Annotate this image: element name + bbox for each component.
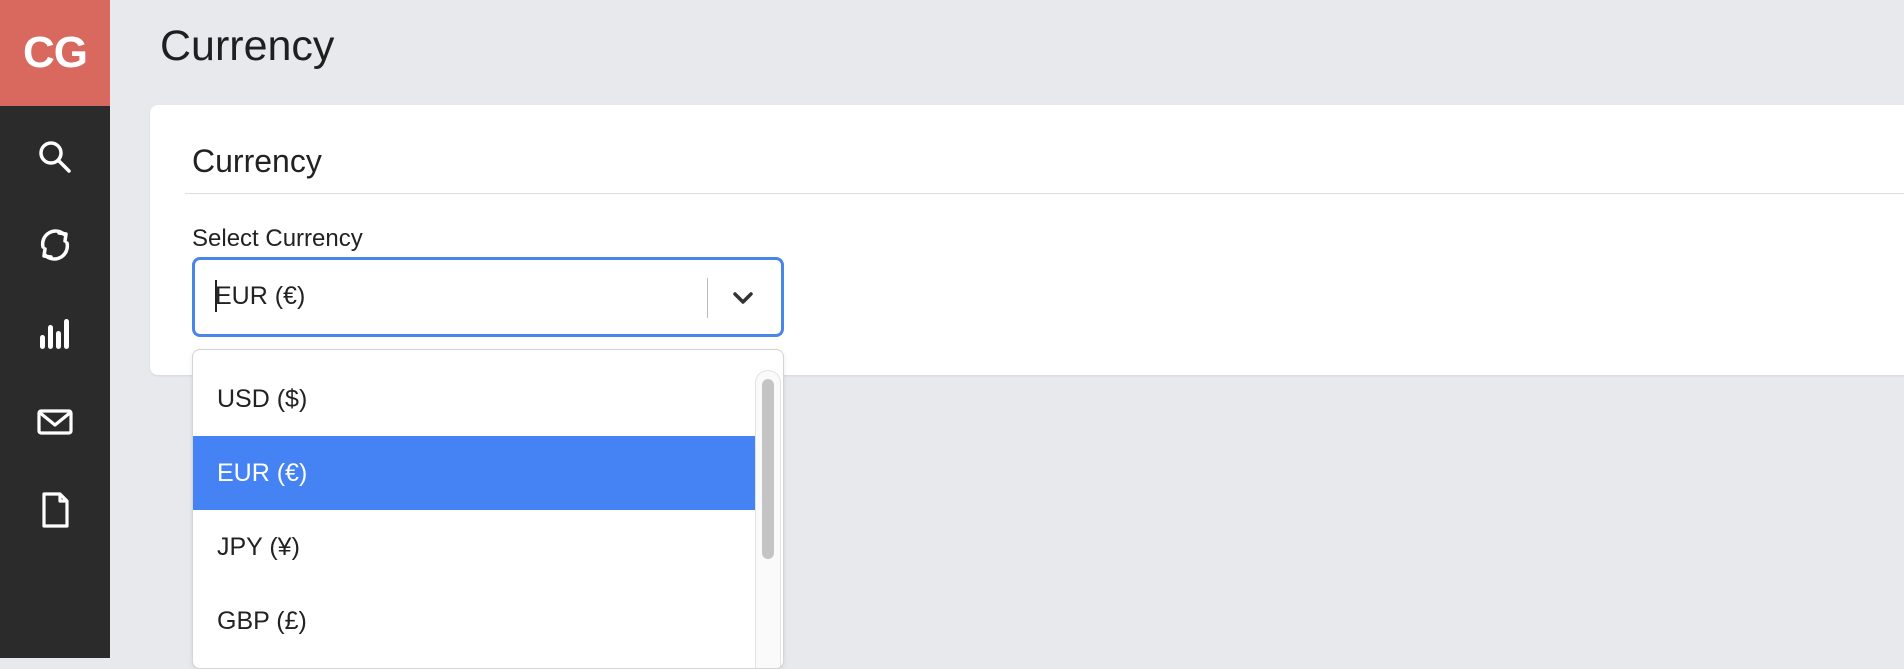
divider [185, 193, 1904, 194]
search-icon[interactable] [0, 127, 110, 187]
bar-chart-icon[interactable] [0, 303, 110, 363]
document-icon[interactable] [0, 480, 110, 540]
mail-icon[interactable] [0, 392, 110, 452]
refresh-icon[interactable] [0, 215, 110, 275]
option-usd[interactable]: USD ($) [193, 362, 755, 436]
currency-dropdown-menu: USD ($) EUR (€) JPY (¥) GBP (£) [192, 349, 784, 669]
dropdown-scrollbar[interactable] [755, 370, 781, 668]
chevron-down-icon[interactable] [725, 280, 761, 316]
option-jpy[interactable]: JPY (¥) [193, 510, 755, 584]
select-separator [707, 278, 708, 318]
currency-select[interactable]: EUR (€) [192, 257, 784, 337]
scrollbar-thumb[interactable] [762, 379, 774, 559]
sidebar: CG [0, 0, 110, 658]
option-gbp[interactable]: GBP (£) [193, 584, 755, 658]
option-eur[interactable]: EUR (€) [193, 436, 755, 510]
select-currency-label: Select Currency [192, 225, 363, 252]
card-title: Currency [192, 143, 322, 179]
logo[interactable]: CG [0, 0, 110, 106]
page-title: Currency [160, 22, 335, 70]
select-value[interactable]: EUR (€) [215, 282, 305, 311]
text-cursor [215, 280, 217, 312]
currency-card: Currency Select Currency EUR (€) [150, 105, 1904, 375]
